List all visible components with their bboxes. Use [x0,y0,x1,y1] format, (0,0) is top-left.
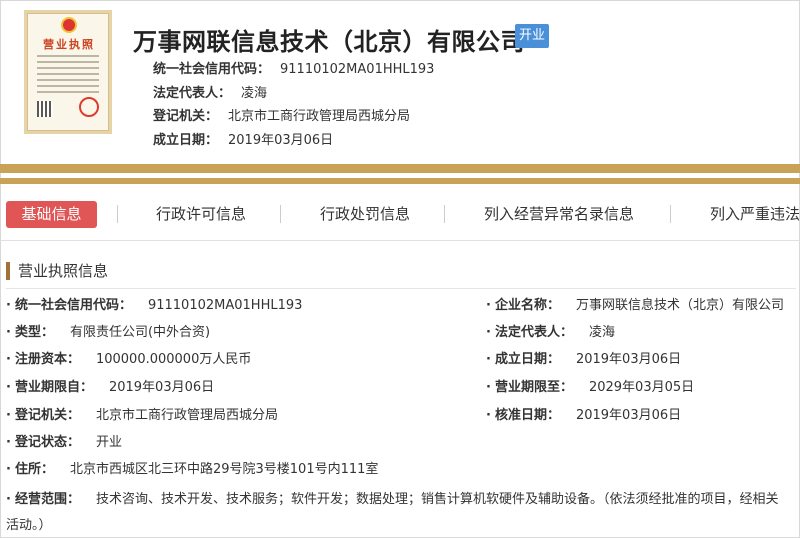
tabs-divider [0,240,800,241]
business-scope-continuation: 活动。） [6,518,52,533]
approval-date-field: 核准日期：2019年03月06日 [486,403,681,429]
info-row: 营业期限自：2019年03月06日 营业期限至：2029年03月05日 [6,375,796,401]
status-badge: 开业 [515,24,549,48]
legal-rep-field: 法定代表人：凌海 [486,320,615,346]
section-title: 营业执照信息 [6,262,108,280]
term-from-field: 营业期限自：2019年03月06日 [6,375,214,401]
section-divider [6,288,796,289]
company-header: 营业执照 万事网联信息技术（北京）有限公司 开业 统一社会信用代码： 911101… [0,0,800,165]
tab-separator [670,205,671,223]
info-row: 注册资本：100000.000000万人民币 成立日期：2019年03月06日 [6,347,796,373]
company-name: 万事网联信息技术（北京）有限公司 [133,28,525,56]
business-license-thumbnail[interactable]: 营业执照 [24,10,112,134]
divider-bar [0,164,800,173]
company-type-field: 类型：有限责任公司(中外合资) [6,320,210,346]
info-row: 统一社会信用代码：91110102MA01HHL193 企业名称：万事网联信息技… [6,293,796,319]
company-name-field: 企业名称：万事网联信息技术（北京）有限公司 [486,293,784,319]
tab-admin-penalty[interactable]: 行政处罚信息 [320,201,410,228]
address-field: 住所：北京市西城区北三环中路29号院3号楼101号内111室 [6,457,378,483]
qr-code-icon [37,101,53,117]
national-emblem-icon [61,17,77,33]
official-seal-icon [79,97,99,117]
divider-bar-thin [0,178,800,184]
credit-code-field: 统一社会信用代码：91110102MA01HHL193 [6,293,302,319]
header-registration-authority: 登记机关： 北京市工商行政管理局西城分局 [153,109,411,124]
info-row: 类型：有限责任公司(中外合资) 法定代表人：凌海 [6,320,796,346]
registration-authority-field: 登记机关：北京市工商行政管理局西城分局 [6,403,278,429]
term-to-field: 营业期限至：2029年03月05日 [486,375,694,401]
info-tabs: 基础信息 行政许可信息 行政处罚信息 列入经营异常名录信息 列入严重违法 [0,195,800,233]
header-established-date: 成立日期： 2019年03月06日 [153,133,334,148]
info-row: 登记状态：开业 [6,430,796,456]
header-legal-rep: 法定代表人： 凌海 [153,86,268,101]
established-date-field: 成立日期：2019年03月06日 [486,347,681,373]
tab-admin-license[interactable]: 行政许可信息 [156,201,246,228]
license-thumb-title: 营业执照 [43,38,95,51]
license-text-lines [37,55,99,97]
info-row: 住所：北京市西城区北三环中路29号院3号楼101号内111室 [6,457,796,483]
registration-status-field: 登记状态：开业 [6,430,122,456]
info-row: 登记机关：北京市工商行政管理局西城分局 核准日期：2019年03月06日 [6,403,796,429]
tab-separator [444,205,445,223]
tab-basic-info[interactable]: 基础信息 [6,201,97,228]
tab-serious-violation[interactable]: 列入严重违法 [710,201,800,228]
header-credit-code: 统一社会信用代码： 91110102MA01HHL193 [153,62,435,77]
tab-separator [280,205,281,223]
registered-capital-field: 注册资本：100000.000000万人民币 [6,347,251,373]
tab-separator [117,205,118,223]
business-scope-field: 经营范围：技术咨询、技术开发、技术服务；软件开发；数据处理；销售计算机软硬件及辅… [6,487,796,538]
tab-abnormal-list[interactable]: 列入经营异常名录信息 [484,201,634,228]
